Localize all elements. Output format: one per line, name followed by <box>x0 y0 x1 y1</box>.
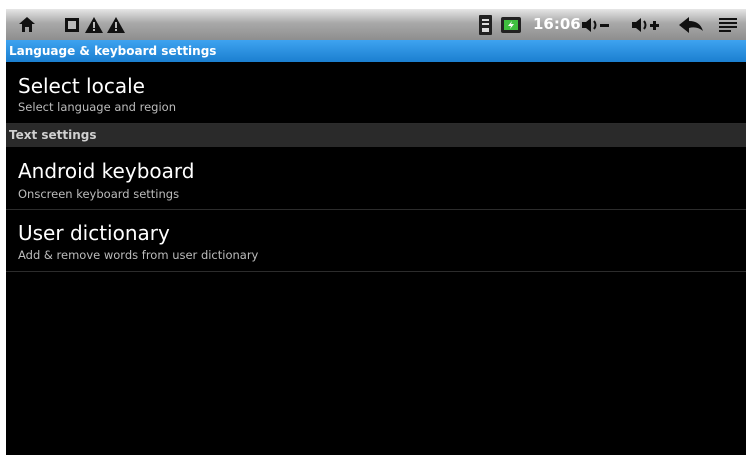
list-item-title: User dictionary <box>18 221 170 245</box>
status-time: 16:06 <box>533 15 581 33</box>
list-item-summary: Add & remove words from user dictionary <box>18 248 259 262</box>
volume-down-icon[interactable] <box>579 9 613 40</box>
volume-up-icon[interactable] <box>629 9 663 40</box>
back-icon[interactable] <box>676 9 706 40</box>
menu-icon[interactable] <box>716 9 740 40</box>
list-item-summary: Select language and region <box>18 100 176 114</box>
home-icon[interactable] <box>14 9 40 40</box>
list-item-summary: Onscreen keyboard settings <box>18 187 180 201</box>
list-item-title: Select locale <box>18 74 145 98</box>
section-header-label: Text settings <box>9 128 97 142</box>
section-header-text-settings: Text settings <box>6 124 746 147</box>
list-item-android-keyboard[interactable]: Android keyboard Onscreen keyboard setti… <box>6 147 746 210</box>
list-item-select-locale[interactable]: Select locale Select language and region <box>6 62 746 124</box>
device-screen: 16:06 Language & keyboard settings Selec… <box>6 9 746 455</box>
page-title: Language & keyboard settings <box>9 44 217 58</box>
list-item-user-dictionary[interactable]: User dictionary Add & remove words from … <box>6 210 746 272</box>
signal-icon <box>477 9 493 40</box>
title-bar: Language & keyboard settings <box>6 40 746 62</box>
battery-charging-icon <box>500 9 522 40</box>
status-bar: 16:06 <box>6 9 746 40</box>
warning-icon <box>105 9 127 40</box>
sd-card-icon <box>62 9 82 40</box>
warning-icon <box>83 9 105 40</box>
list-item-title: Android keyboard <box>18 159 195 183</box>
